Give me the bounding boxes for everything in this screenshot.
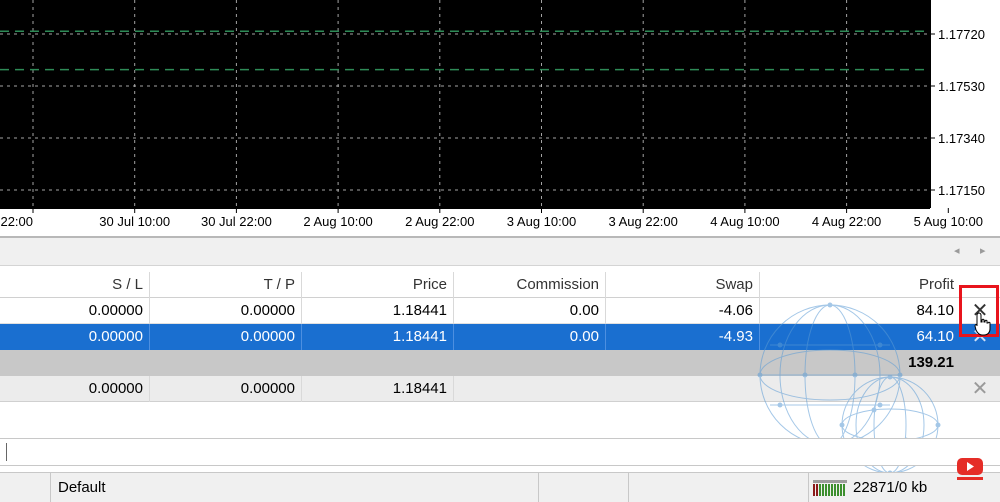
column-header-swap[interactable]: Swap bbox=[606, 272, 760, 298]
x-tick-label: 2 Aug 22:00 bbox=[405, 214, 474, 229]
table-header: S / L T / P Price Commission Swap Profit bbox=[0, 272, 1000, 298]
cell-sl: 0.00000 bbox=[0, 324, 150, 350]
connection-bars-icon bbox=[813, 480, 847, 496]
x-tick-label: 3 Aug 22:00 bbox=[608, 214, 677, 229]
cell-swap: -4.93 bbox=[606, 324, 760, 350]
x-tick-label: 9 Jul 22:00 bbox=[0, 214, 33, 229]
cell-price: 1.18441 bbox=[302, 298, 454, 324]
column-header-tp[interactable]: T / P bbox=[150, 272, 302, 298]
cell-commission: 0.00 bbox=[454, 298, 606, 324]
y-tick-label: 1.17150 bbox=[938, 183, 985, 198]
status-pane-empty bbox=[628, 473, 808, 502]
x-tick-label: 2 Aug 10:00 bbox=[303, 214, 372, 229]
youtube-subscribe-icon[interactable] bbox=[955, 456, 985, 482]
x-tick-label: 5 Aug 10:00 bbox=[914, 214, 983, 229]
column-header-price[interactable]: Price bbox=[302, 272, 454, 298]
status-bar: Default 22871/0 kb bbox=[0, 472, 1000, 502]
x-tick-label: 30 Jul 10:00 bbox=[99, 214, 170, 229]
panel-divider[interactable]: ◂ ▸ bbox=[0, 236, 1000, 266]
status-profile[interactable]: Default bbox=[50, 473, 538, 502]
cell-price: 1.18441 bbox=[302, 376, 454, 402]
hand-cursor-icon bbox=[974, 312, 991, 336]
column-header-commission[interactable]: Commission bbox=[454, 272, 606, 298]
y-tick-label: 1.17530 bbox=[938, 79, 985, 94]
x-tick-label: 3 Aug 10:00 bbox=[507, 214, 576, 229]
x-tick-label: 30 Jul 22:00 bbox=[201, 214, 272, 229]
close-icon[interactable]: ✕ bbox=[960, 376, 1000, 402]
y-tick-label: 1.17340 bbox=[938, 131, 985, 146]
price-chart[interactable]: 1.17720 1.17530 1.17340 1.17150 9 Jul 22:00 3… bbox=[0, 0, 1000, 236]
text-caret bbox=[6, 443, 7, 461]
chart-canvas[interactable]: 1.17720 1.17530 1.17340 1.17150 9 Jul 22:00 3… bbox=[0, 0, 1000, 236]
cell-tp: 0.00000 bbox=[150, 376, 302, 402]
status-pane-empty bbox=[0, 473, 50, 502]
cell-swap: -4.06 bbox=[606, 298, 760, 324]
column-header-sl[interactable]: S / L bbox=[0, 272, 150, 298]
x-tick-label: 4 Aug 22:00 bbox=[812, 214, 881, 229]
cell-tp: 0.00000 bbox=[150, 324, 302, 350]
cell-tp: 0.00000 bbox=[150, 298, 302, 324]
traffic-label: 22871/0 kb bbox=[853, 479, 928, 496]
cell-price: 1.18441 bbox=[302, 324, 454, 350]
scroll-right-icon[interactable]: ▸ bbox=[980, 244, 986, 257]
x-tick-label: 4 Aug 10:00 bbox=[710, 214, 779, 229]
y-tick-label: 1.17720 bbox=[938, 27, 985, 42]
column-header-profit[interactable]: Profit bbox=[760, 272, 960, 298]
scroll-left-icon[interactable]: ◂ bbox=[954, 244, 960, 257]
cell-sl: 0.00000 bbox=[0, 376, 150, 402]
cell-commission: 0.00 bbox=[454, 324, 606, 350]
cell-sl: 0.00000 bbox=[0, 298, 150, 324]
status-pane-empty bbox=[538, 473, 628, 502]
command-input-strip[interactable] bbox=[0, 438, 1000, 466]
